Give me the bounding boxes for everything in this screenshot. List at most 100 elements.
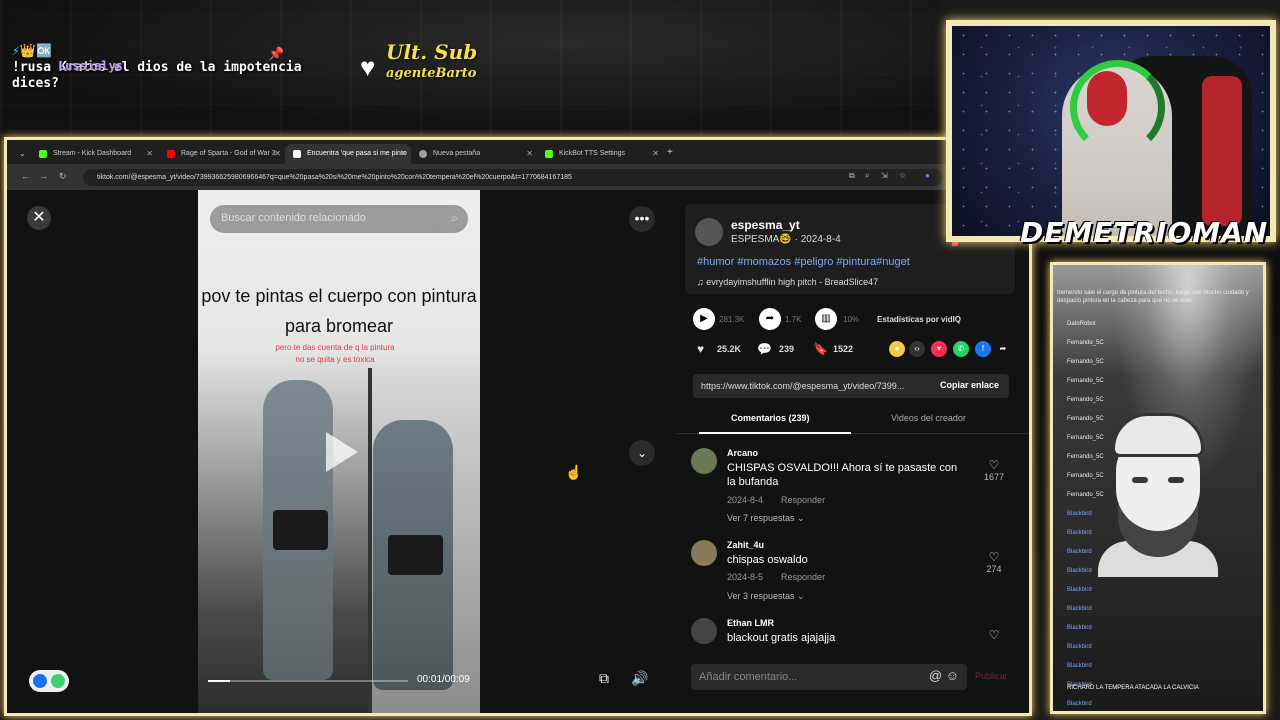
hashtags[interactable]: #humor #momazos #peligro #pintura#nuget bbox=[697, 256, 910, 268]
reply-button[interactable]: Responder bbox=[781, 495, 825, 505]
streamer-name: DEMETRIOMAN bbox=[1020, 216, 1269, 249]
chat-first-line: tremendo sale el cargo de pintura del te… bbox=[1057, 290, 1249, 304]
tab-tiktok[interactable]: Encuentra 'que pasa si me pinto ✕ bbox=[285, 144, 411, 164]
stats-icon: ▥ bbox=[815, 308, 837, 330]
forward-icon[interactable]: → bbox=[39, 171, 48, 181]
next-video-chevron-icon[interactable]: ⌄ bbox=[629, 440, 655, 466]
extension-icon[interactable]: ● bbox=[925, 171, 930, 180]
close-tab-icon[interactable]: ✕ bbox=[652, 149, 659, 158]
play-icon[interactable] bbox=[326, 432, 358, 472]
chat-user-entry: Fernando_5C bbox=[1067, 378, 1104, 384]
translate-icon[interactable]: ⧉ bbox=[849, 171, 855, 181]
close-tab-icon[interactable]: ✕ bbox=[526, 149, 533, 158]
embed-icon[interactable]: ‹› bbox=[909, 341, 925, 357]
toggle-knob bbox=[33, 674, 47, 688]
tab-creator-videos[interactable]: Videos del creador bbox=[891, 413, 966, 423]
comment-item: Zahit_4u chispas oswaldo 2024-8-5 Respond… bbox=[691, 540, 1021, 606]
avatar[interactable] bbox=[691, 540, 717, 566]
search-placeholder: Buscar contenido relacionado bbox=[221, 212, 366, 224]
chat-user-entry: Blackbird bbox=[1067, 663, 1092, 669]
browser-window: ⌄ Stream - Kick Dashboard ✕ Rage of Spar… bbox=[4, 137, 1032, 716]
video-subcaption: pero te das cuenta de q la pintura no se… bbox=[275, 343, 395, 364]
facebook-icon[interactable]: f bbox=[975, 341, 991, 357]
comment-tabs: Comentarios (239) Videos del creador bbox=[677, 404, 1029, 434]
tab-label: Rage of Sparta - God of War 3 bbox=[181, 150, 276, 157]
share-link-text[interactable]: https://www.tiktok.com/@espesma_yt/video… bbox=[701, 381, 925, 391]
tab-kick-dashboard[interactable]: Stream - Kick Dashboard ✕ bbox=[31, 144, 157, 164]
volume-icon[interactable]: 🔊 bbox=[631, 670, 648, 687]
close-tab-icon[interactable]: ✕ bbox=[146, 149, 153, 158]
comment-like-count: 274 bbox=[986, 564, 1002, 574]
search-icon[interactable]: ⌕ bbox=[451, 211, 458, 226]
chrome-icon bbox=[419, 150, 427, 158]
bearded-avatar bbox=[1098, 405, 1218, 577]
comment-author[interactable]: Ethan LMR bbox=[727, 618, 774, 628]
bookmark-icon[interactable]: 🔖 bbox=[813, 342, 828, 356]
tab-bar: ⌄ Stream - Kick Dashboard ✕ Rage of Spar… bbox=[7, 140, 1029, 164]
new-tab-button[interactable]: + bbox=[667, 147, 673, 158]
webcam-feed bbox=[946, 20, 1276, 242]
publish-button[interactable]: Publicar bbox=[975, 671, 1008, 681]
zoom-icon[interactable]: ⌕ bbox=[865, 171, 869, 181]
related-search-input[interactable]: Buscar contenido relacionado ⌕ bbox=[210, 205, 468, 233]
comment-like[interactable]: ♡ 1677 bbox=[979, 458, 1009, 482]
avatar[interactable] bbox=[695, 218, 723, 246]
vidiq-stats-link[interactable]: Estadísticas por vidIQ bbox=[877, 315, 961, 324]
ult-sub-widget: Ult. Sub agenteBarto bbox=[386, 42, 477, 84]
video-player[interactable]: Buscar contenido relacionado ⌕ pov te pi… bbox=[198, 190, 480, 713]
avatar[interactable] bbox=[691, 448, 717, 474]
reply-button[interactable]: Responder bbox=[781, 572, 825, 582]
share-arrow-icon[interactable]: ➦ bbox=[995, 341, 1011, 357]
avatar[interactable] bbox=[691, 618, 717, 644]
tab-list-chevron-icon[interactable]: ⌄ bbox=[19, 149, 26, 158]
mention-emoji-icons[interactable]: @ ☺ bbox=[929, 668, 959, 683]
comment-icon[interactable]: 💬 bbox=[757, 342, 772, 356]
comment-date: 2024-8-4 bbox=[727, 495, 764, 505]
tab-comments[interactable]: Comentarios (239) bbox=[731, 413, 810, 423]
copy-link-button[interactable]: Copiar enlace bbox=[940, 380, 999, 390]
comment-like[interactable]: ♡ bbox=[979, 628, 1009, 642]
chat-user-entry: Blackbird bbox=[1067, 606, 1092, 612]
coin-icon[interactable]: ● bbox=[889, 341, 905, 357]
comment-author[interactable]: Zahit_4u bbox=[727, 540, 764, 550]
tab-youtube[interactable]: Rage of Sparta - God of War 3 ✕ bbox=[159, 144, 285, 164]
close-tab-icon[interactable]: ✕ bbox=[400, 149, 407, 158]
view-replies-button[interactable]: Ver 7 respuestas ⌄ bbox=[727, 513, 805, 524]
divider bbox=[433, 210, 434, 228]
close-tab-icon[interactable]: ✕ bbox=[274, 149, 281, 158]
music-link[interactable]: ♫ evrydayimshufflin high pitch - BreadSl… bbox=[697, 277, 878, 287]
address-bar: ← → ↻ tiktok.com/@espesma_yt/video/73993… bbox=[7, 164, 1029, 190]
tab-kickbot[interactable]: KickBot TTS Settings ✕ bbox=[537, 144, 663, 164]
install-icon[interactable]: ⇲ bbox=[881, 171, 888, 180]
comment-input[interactable]: Añadir comentario... @ ☺ bbox=[691, 664, 967, 690]
more-options-icon[interactable]: ••• bbox=[629, 206, 655, 232]
post-subtitle: ESPESMA🤓 · 2024-8-4 bbox=[731, 234, 841, 245]
active-tab-underline bbox=[699, 432, 851, 434]
send-icon[interactable]: ▾ bbox=[931, 341, 947, 357]
comment-like[interactable]: ♡ 274 bbox=[979, 550, 1009, 574]
view-replies-button[interactable]: Ver 3 respuestas ⌄ bbox=[727, 591, 805, 602]
share-link-box: https://www.tiktok.com/@espesma_yt/video… bbox=[693, 374, 1009, 398]
view-replies-label: Ver 3 respuestas bbox=[727, 591, 795, 601]
url-input[interactable]: tiktok.com/@espesma_yt/video/73993662598… bbox=[83, 169, 943, 186]
pip-icon[interactable]: ⧉ bbox=[599, 670, 609, 687]
chat-last-message: RICHARD LA TEMPERA ATACADA LA CALVICIA bbox=[1067, 685, 1199, 691]
close-icon[interactable]: ✕ bbox=[27, 206, 51, 230]
bookmark-star-icon[interactable]: ☆ bbox=[899, 171, 906, 180]
side-chat-panel: tremendo sale el cargo de pintura del te… bbox=[1050, 262, 1266, 714]
whatsapp-icon[interactable]: ✆ bbox=[953, 341, 969, 357]
back-icon[interactable]: ← bbox=[21, 171, 30, 181]
tiktok-page: ✕ Buscar contenido relacionado ⌕ pov te … bbox=[7, 190, 1029, 713]
tab-new[interactable]: Nueva pestaña ✕ bbox=[411, 144, 537, 164]
extension-toggle[interactable] bbox=[29, 670, 69, 692]
avatar-eye bbox=[1168, 477, 1184, 483]
comment-author[interactable]: Arcano bbox=[727, 448, 758, 458]
view-replies-label: Ver 7 respuestas bbox=[727, 513, 795, 523]
chat-username: Lussialys bbox=[58, 59, 124, 73]
video-progress-bar[interactable] bbox=[208, 680, 408, 682]
post-username[interactable]: espesma_yt bbox=[731, 218, 800, 232]
like-heart-icon[interactable]: ♥ bbox=[697, 342, 704, 356]
tab-label: Stream - Kick Dashboard bbox=[53, 150, 132, 157]
reload-icon[interactable]: ↻ bbox=[59, 171, 67, 182]
share-count: 1.7K bbox=[785, 315, 802, 324]
